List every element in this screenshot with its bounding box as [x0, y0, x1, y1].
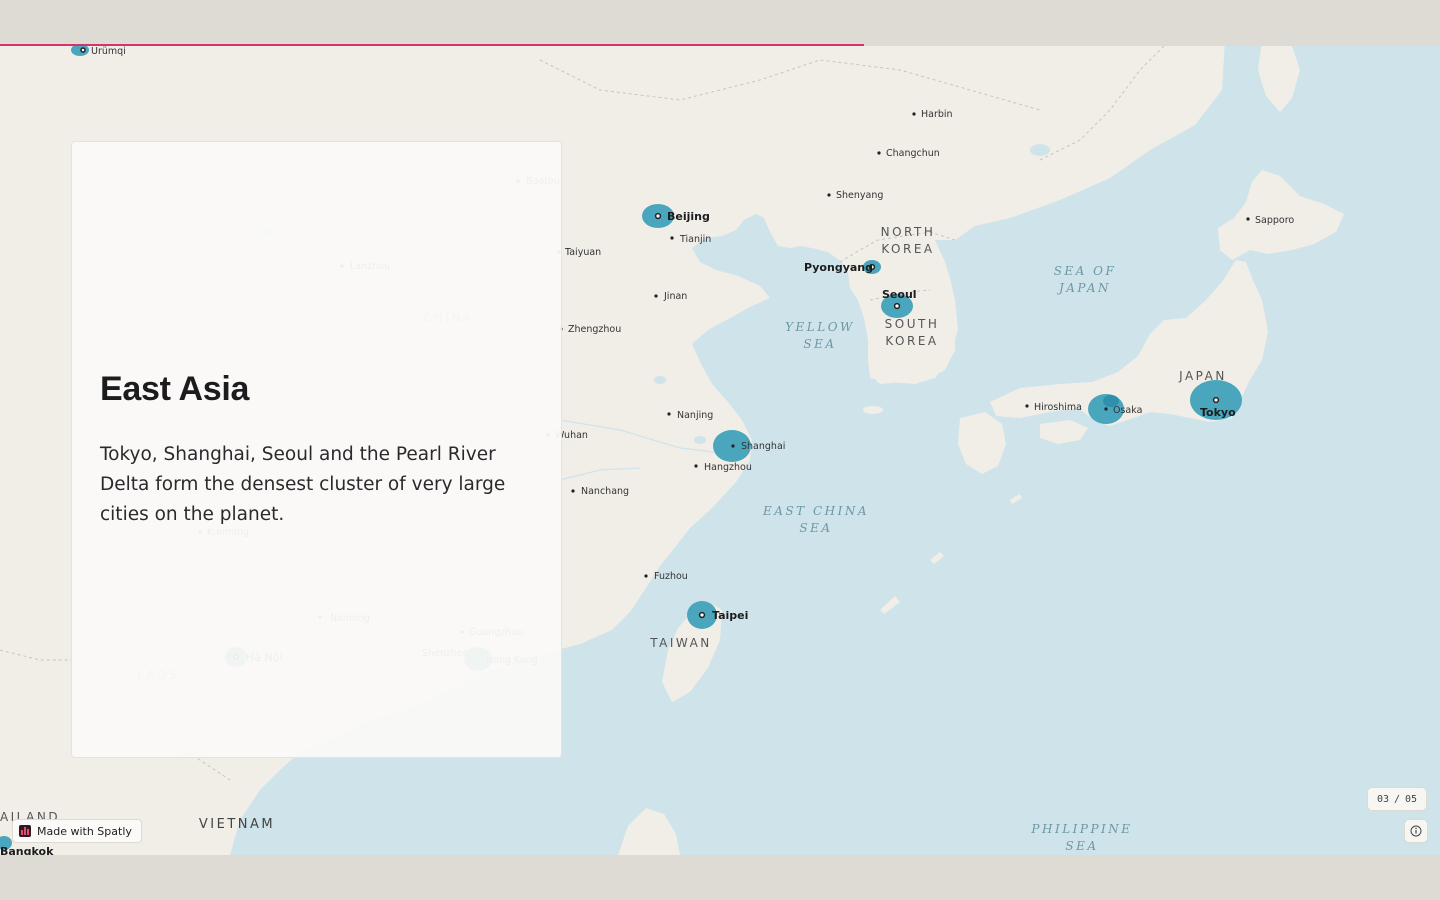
story-title: East Asia	[100, 370, 250, 408]
city-label-nanjing: Nanjing	[677, 410, 713, 421]
city-label-tianjin: Tianjin	[679, 234, 711, 245]
city-label-shanghai: Shanghai	[741, 441, 785, 452]
step-total: 05	[1405, 793, 1418, 805]
city-label-changchun: Changchun	[886, 148, 940, 159]
country-label-taiwan: TAIWAN	[649, 636, 712, 650]
city-label-hiroshima: Hiroshima	[1034, 402, 1082, 413]
step-separator: /	[1393, 793, 1401, 805]
step-current: 03	[1376, 793, 1389, 805]
city-label-pyongyang: Pyongyang	[804, 261, 873, 274]
city-label-shenyang: Shenyang	[836, 190, 883, 201]
step-counter: 03 / 05	[1367, 787, 1427, 811]
city-label-jinan: Jinan	[663, 291, 687, 302]
story-progress-bar	[0, 44, 1440, 46]
city-label-harbin: Harbin	[921, 109, 953, 120]
city-label-hangzhou: Hangzhou	[704, 462, 752, 473]
land-jeju	[863, 406, 883, 414]
story-description: Tokyo, Shanghai, Seoul and the Pearl Riv…	[100, 444, 506, 525]
city-label-zhengzhou: Zhengzhou	[568, 324, 621, 335]
city-label-seoul: Seoul	[882, 288, 917, 301]
country-label-japan: JAPAN	[1178, 369, 1227, 383]
story-card: East Asia Tokyo, Shanghai, Seoul and the…	[71, 141, 562, 758]
city-label-sapporo: Sapporo	[1255, 215, 1294, 226]
info-button[interactable]	[1404, 819, 1428, 843]
city-label-osaka: Osaka	[1113, 405, 1142, 416]
made-with-label: Made with Spatly	[37, 824, 132, 838]
city-label--r-mqi: Ürümqi	[91, 46, 126, 57]
city-label-taipei: Taipei	[712, 609, 748, 622]
city-label-beijing: Beijing	[667, 210, 710, 223]
spatly-logo-icon	[19, 825, 31, 837]
made-with-spatly-link[interactable]: Made with Spatly	[12, 819, 142, 843]
city-label-tokyo: Tokyo	[1200, 406, 1236, 419]
story-progress-fill	[0, 44, 864, 46]
city-label-fuzhou: Fuzhou	[654, 571, 688, 582]
city-label-bangkok: Bangkok	[0, 845, 54, 855]
country-label-vietnam: VIETNAM	[199, 817, 275, 832]
city-label-nanchang: Nanchang	[581, 486, 629, 497]
city-label-taiyuan: Taiyuan	[564, 247, 601, 258]
info-icon	[1410, 825, 1422, 837]
